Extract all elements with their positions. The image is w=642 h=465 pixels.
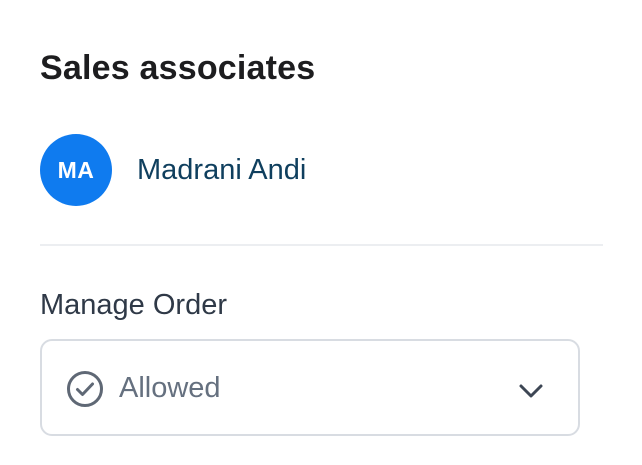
- divider: [40, 244, 603, 246]
- associate-name: Madrani Andi: [137, 154, 307, 186]
- avatar-initials: MA: [57, 156, 95, 183]
- chevron-down-icon: [519, 384, 543, 398]
- avatar: MA: [40, 134, 112, 206]
- associate-row: MA Madrani Andi: [40, 134, 306, 206]
- manage-order-select[interactable]: Allowed: [40, 339, 580, 436]
- section-title: Sales associates: [40, 49, 316, 87]
- check-circle-icon: [67, 371, 103, 407]
- sales-associates-panel: Sales associates MA Madrani Andi Manage …: [0, 0, 642, 465]
- manage-order-label: Manage Order: [40, 289, 227, 321]
- selected-permission-value: Allowed: [119, 372, 221, 404]
